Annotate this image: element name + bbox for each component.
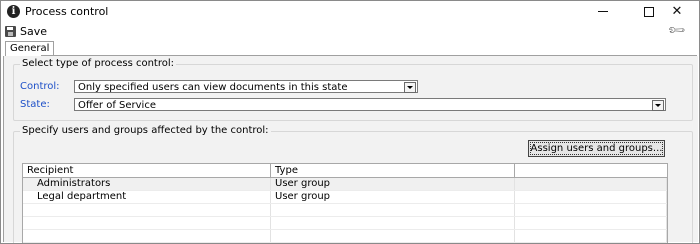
window-title: Process control [25, 5, 109, 18]
state-select-value: Offer of Service [78, 100, 156, 111]
tab-general[interactable]: General [5, 41, 55, 56]
recipients-table: Recipient Type Administrators User group… [22, 163, 668, 243]
column-header-type[interactable]: Type [271, 164, 515, 177]
control-select[interactable]: Only specified users can view documents … [74, 80, 418, 93]
empty-cell [271, 217, 515, 229]
empty-table-row [23, 230, 667, 243]
empty-table-row [23, 217, 667, 230]
general-panel: Select type of process control: Control:… [3, 56, 698, 243]
title-bar: i Process control ✕ [1, 1, 699, 23]
type-cell: User group [271, 191, 515, 203]
control-label: Control: [20, 81, 60, 92]
table-row[interactable]: Legal department User group [23, 191, 667, 204]
column-header-recipient[interactable]: Recipient [23, 164, 271, 177]
maximize-icon [644, 6, 654, 17]
empty-cell [23, 204, 271, 216]
type-cell: User group [271, 178, 515, 190]
chevron-down-icon[interactable] [652, 100, 664, 111]
toolbar: Save 🔧︎ [1, 20, 699, 41]
save-button-label: Save [20, 24, 48, 38]
empty-cell [515, 191, 667, 203]
wrench-icon[interactable]: 🔧︎ [666, 20, 687, 41]
recipient-cell: Administrators [23, 178, 271, 190]
table-header: Recipient Type [23, 164, 667, 178]
save-button[interactable]: Save [5, 24, 47, 38]
table-row[interactable]: Administrators User group [23, 178, 667, 191]
minimize-icon [598, 11, 608, 12]
users-groups-legend: Specify users and groups affected by the… [20, 125, 271, 136]
process-control-group: Select type of process control: Control:… [13, 58, 693, 121]
process-control-legend: Select type of process control: [20, 58, 177, 69]
empty-cell [515, 204, 667, 216]
empty-cell [271, 230, 515, 242]
empty-cell [23, 230, 271, 242]
state-select[interactable]: Offer of Service [74, 98, 666, 111]
users-groups-group: Specify users and groups affected by the… [13, 125, 693, 243]
close-icon: ✕ [671, 4, 683, 19]
empty-cell [23, 217, 271, 229]
floppy-disk-icon [5, 25, 16, 37]
empty-cell [515, 178, 667, 190]
empty-table-row [23, 204, 667, 217]
assign-users-button[interactable]: Assign users and groups... [528, 140, 665, 157]
info-icon: i [7, 5, 20, 18]
column-header-empty [515, 164, 667, 177]
recipient-cell: Legal department [23, 191, 271, 203]
state-label: State: [20, 99, 50, 110]
process-control-window: i Process control ✕ Save 🔧︎ General Sele… [0, 0, 700, 244]
control-select-value: Only specified users can view documents … [78, 82, 348, 93]
chevron-down-icon[interactable] [404, 82, 416, 93]
empty-cell [271, 204, 515, 216]
minimize-button[interactable] [581, 1, 625, 23]
empty-cell [515, 230, 667, 242]
empty-cell [515, 217, 667, 229]
